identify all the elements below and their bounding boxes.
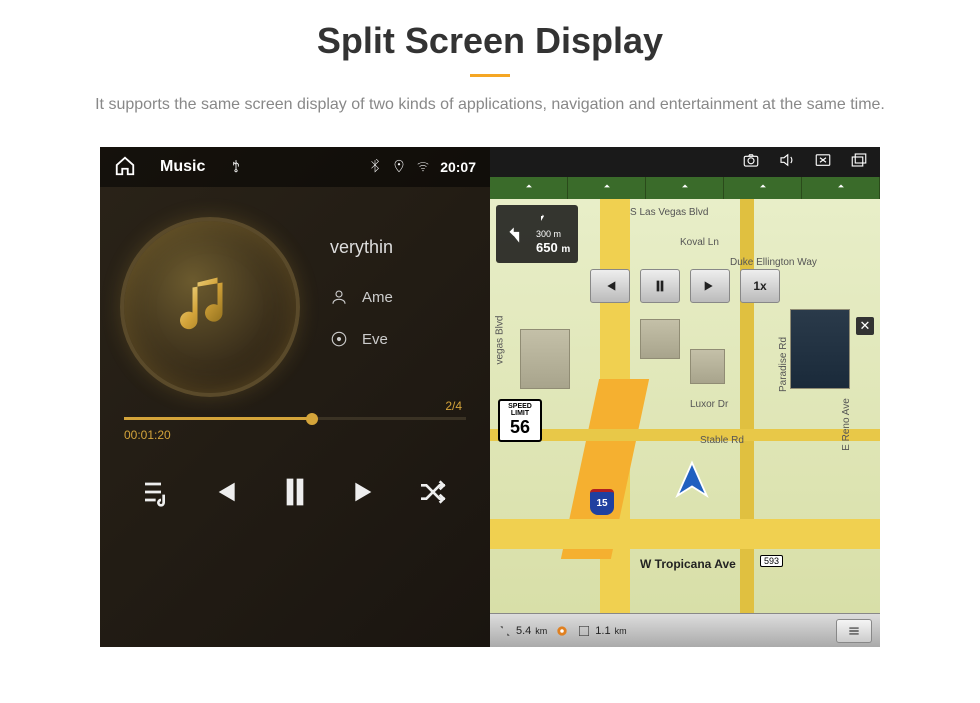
dist2-unit: km bbox=[615, 626, 627, 636]
street-label: Stable Rd bbox=[700, 435, 744, 446]
sim-speed-button[interactable]: 1x bbox=[740, 269, 780, 303]
road bbox=[490, 429, 880, 441]
turn-instruction: 300 m 650 m bbox=[496, 205, 578, 263]
lane-guidance-bar bbox=[490, 177, 880, 199]
lane-arrow-icon bbox=[490, 177, 568, 199]
sim-pause-button[interactable] bbox=[640, 269, 680, 303]
waypoint-indicator bbox=[555, 624, 569, 638]
shuffle-button[interactable] bbox=[417, 476, 449, 513]
road bbox=[490, 519, 880, 549]
building bbox=[790, 309, 850, 389]
speed-limit-sign: SPEED LIMIT 56 bbox=[498, 399, 542, 442]
dist1-unit: km bbox=[535, 626, 547, 636]
artist-row: Ame bbox=[330, 288, 393, 306]
playlist-button[interactable] bbox=[141, 476, 173, 513]
progress-knob[interactable] bbox=[306, 413, 318, 425]
music-status-bar: Music 20:07 bbox=[100, 147, 490, 187]
street-label: Paradise Rd bbox=[778, 337, 789, 392]
turn-unit: m bbox=[561, 244, 570, 255]
bluetooth-icon bbox=[368, 159, 382, 176]
split-screen-device: Music 20:07 verythin Ame bbox=[100, 147, 880, 647]
street-label: vegas Blvd bbox=[495, 316, 506, 365]
nav-bottom-bar: 5.4 km 1.1 km bbox=[490, 613, 880, 647]
camera-icon[interactable] bbox=[742, 151, 760, 174]
street-label: Duke Ellington Way bbox=[730, 257, 817, 268]
page-subtitle: It supports the same screen display of t… bbox=[50, 93, 930, 117]
interstate-shield: 15 bbox=[590, 489, 614, 515]
title-underline bbox=[470, 74, 510, 77]
sim-prev-button[interactable] bbox=[590, 269, 630, 303]
music-note-icon bbox=[170, 265, 250, 350]
nav-menu-button[interactable] bbox=[836, 619, 872, 643]
building bbox=[520, 329, 570, 389]
route-tag: 593 bbox=[760, 555, 783, 567]
app-title: Music bbox=[160, 158, 205, 176]
dist2-value: 1.1 bbox=[595, 625, 610, 637]
navigation-panel: S Las Vegas Blvd Koval Ln Duke Ellington… bbox=[490, 147, 880, 647]
map-canvas[interactable]: S Las Vegas Blvd Koval Ln Duke Ellington… bbox=[490, 199, 880, 613]
street-label: Koval Ln bbox=[680, 237, 719, 248]
album-art[interactable] bbox=[120, 217, 300, 397]
close-sim-button[interactable]: ✕ bbox=[856, 317, 874, 335]
wifi-icon bbox=[416, 159, 430, 176]
next-waypoint-distance: 1.1 km bbox=[577, 624, 626, 638]
clock: 20:07 bbox=[440, 159, 476, 175]
location-icon bbox=[392, 159, 406, 176]
vehicle-arrow-icon bbox=[670, 459, 714, 508]
speed-limit-value: 56 bbox=[500, 417, 540, 438]
street-label: Luxor Dr bbox=[690, 399, 728, 410]
album-name: Eve bbox=[362, 331, 388, 348]
track-title: verythin bbox=[330, 237, 393, 258]
progress-bar[interactable]: 2/4 bbox=[124, 417, 466, 420]
street-label: W Tropicana Ave bbox=[640, 557, 736, 571]
prev-button[interactable] bbox=[208, 476, 240, 513]
progress-fill bbox=[124, 417, 312, 420]
building bbox=[640, 319, 680, 359]
track-count: 2/4 bbox=[445, 399, 462, 413]
pause-button[interactable] bbox=[275, 472, 315, 517]
elapsed-time: 00:01:20 bbox=[124, 428, 171, 442]
volume-icon[interactable] bbox=[778, 151, 796, 174]
artist-name: Ame bbox=[362, 289, 393, 306]
sim-next-button[interactable] bbox=[690, 269, 730, 303]
album-row: Eve bbox=[330, 330, 393, 348]
lane-arrow-icon bbox=[646, 177, 724, 199]
distance-remaining: 5.4 km bbox=[498, 624, 547, 638]
music-panel: Music 20:07 verythin Ame bbox=[100, 147, 490, 647]
speed-limit-label: SPEED LIMIT bbox=[500, 403, 540, 417]
recent-apps-icon[interactable] bbox=[850, 151, 868, 174]
turn-distance: 650 bbox=[536, 240, 558, 255]
home-icon[interactable] bbox=[114, 155, 136, 180]
system-bar bbox=[490, 147, 880, 177]
building bbox=[690, 349, 725, 384]
street-label: E Reno Ave bbox=[841, 398, 852, 451]
close-app-icon[interactable] bbox=[814, 151, 832, 174]
next-button[interactable] bbox=[350, 476, 382, 513]
next-turn-distance: 300 m bbox=[536, 229, 570, 239]
page-title: Split Screen Display bbox=[0, 20, 980, 62]
street-label: S Las Vegas Blvd bbox=[630, 207, 708, 218]
dist1-value: 5.4 bbox=[516, 625, 531, 637]
lane-arrow-icon bbox=[568, 177, 646, 199]
usb-icon bbox=[229, 157, 243, 178]
lane-arrow-icon bbox=[724, 177, 802, 199]
lane-arrow-icon bbox=[802, 177, 880, 199]
